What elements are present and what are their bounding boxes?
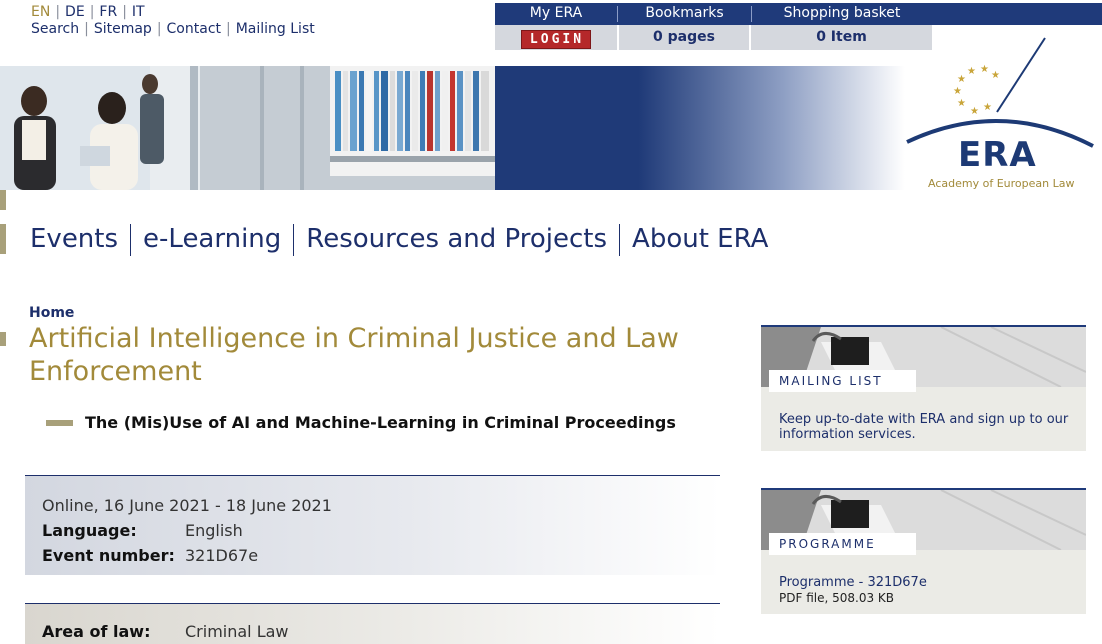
bookmarks-label[interactable]: Bookmarks (618, 3, 751, 25)
banner-gradient (495, 66, 905, 190)
event-dates: Online, 16 June 2021 - 18 June 2021 (42, 496, 332, 515)
language-switcher: EN | DE | FR | IT (31, 4, 145, 20)
era-logo-subtitle: Academy of European Law (928, 177, 1075, 190)
svg-text:★: ★ (953, 86, 962, 97)
lang-it-link[interactable]: IT (132, 4, 145, 20)
svg-text:★: ★ (980, 64, 989, 75)
shopping-basket-label[interactable]: Shopping basket (752, 3, 932, 25)
lang-en-link[interactable]: EN (31, 4, 50, 20)
language-value: English (185, 521, 243, 540)
sitemap-link[interactable]: Sitemap (94, 21, 152, 37)
event-area-box: Area of law: Criminal Law (25, 603, 720, 644)
mailing-list-tag: MAILING LIST (769, 370, 916, 392)
nav-e-learning[interactable]: e-Learning (143, 222, 293, 256)
programme-box[interactable]: PROGRAMME Programme - 321D67e PDF file, … (761, 488, 1086, 614)
utility-links: EN | DE | FR | IT Search | Sitemap | Contact | Maili… (31, 4, 315, 38)
mailing-list-box[interactable]: MAILING LIST Keep up-to-date with ERA an… (761, 325, 1086, 451)
programme-link[interactable]: Programme - 321D67e (779, 575, 927, 590)
search-link[interactable]: Search (31, 21, 79, 37)
programme-tag: PROGRAMME (769, 533, 916, 555)
nav-events[interactable]: Events (30, 222, 130, 256)
lang-fr-link[interactable]: FR (99, 4, 117, 20)
banner-photo (0, 66, 495, 190)
mailing-list-text[interactable]: Keep up-to-date with ERA and sign up to … (779, 412, 1069, 442)
area-of-law-label: Area of law: (42, 622, 151, 641)
svg-text:★: ★ (967, 66, 976, 77)
era-logo-text[interactable]: ERA (958, 135, 1037, 175)
breadcrumb-home[interactable]: Home (29, 305, 74, 321)
svg-text:★: ★ (983, 102, 992, 113)
gold-marker (0, 224, 6, 254)
event-info-box: Online, 16 June 2021 - 18 June 2021 Lang… (25, 475, 720, 575)
area-of-law-value: Criminal Law (185, 622, 289, 641)
subtitle-marker (46, 420, 73, 426)
gold-marker (0, 190, 6, 210)
nav-about-era[interactable]: About ERA (632, 222, 780, 256)
login-button[interactable]: LOGIN (520, 30, 592, 49)
page-subtitle: The (Mis)Use of AI and Machine-Learning … (85, 413, 676, 432)
nav-resources-and-projects[interactable]: Resources and Projects (306, 222, 619, 256)
my-era-label: My ERA (529, 5, 583, 21)
gold-marker (0, 332, 6, 346)
page-title: Artificial Intelligence in Criminal Just… (29, 323, 679, 387)
main-navigation: Events e-Learning Resources and Projects Ab… (30, 222, 780, 256)
svg-text:★: ★ (957, 98, 966, 109)
event-number-label: Event number: (42, 546, 175, 565)
mailing-list-link[interactable]: Mailing List (236, 21, 315, 37)
svg-text:★: ★ (991, 70, 1000, 81)
bookmarks-count[interactable]: 0 pages (619, 25, 749, 50)
language-label: Language: (42, 521, 137, 540)
svg-text:★: ★ (970, 106, 979, 117)
login-cell: LOGIN (495, 25, 617, 50)
office-photo-illustration (0, 66, 495, 190)
lang-de-link[interactable]: DE (65, 4, 85, 20)
contact-link[interactable]: Contact (167, 21, 221, 37)
svg-text:★: ★ (957, 74, 966, 85)
programme-file-info: PDF file, 508.03 KB (779, 591, 895, 605)
service-links: Search | Sitemap | Contact | Mailing List (31, 21, 315, 37)
event-number-value: 321D67e (185, 546, 259, 565)
